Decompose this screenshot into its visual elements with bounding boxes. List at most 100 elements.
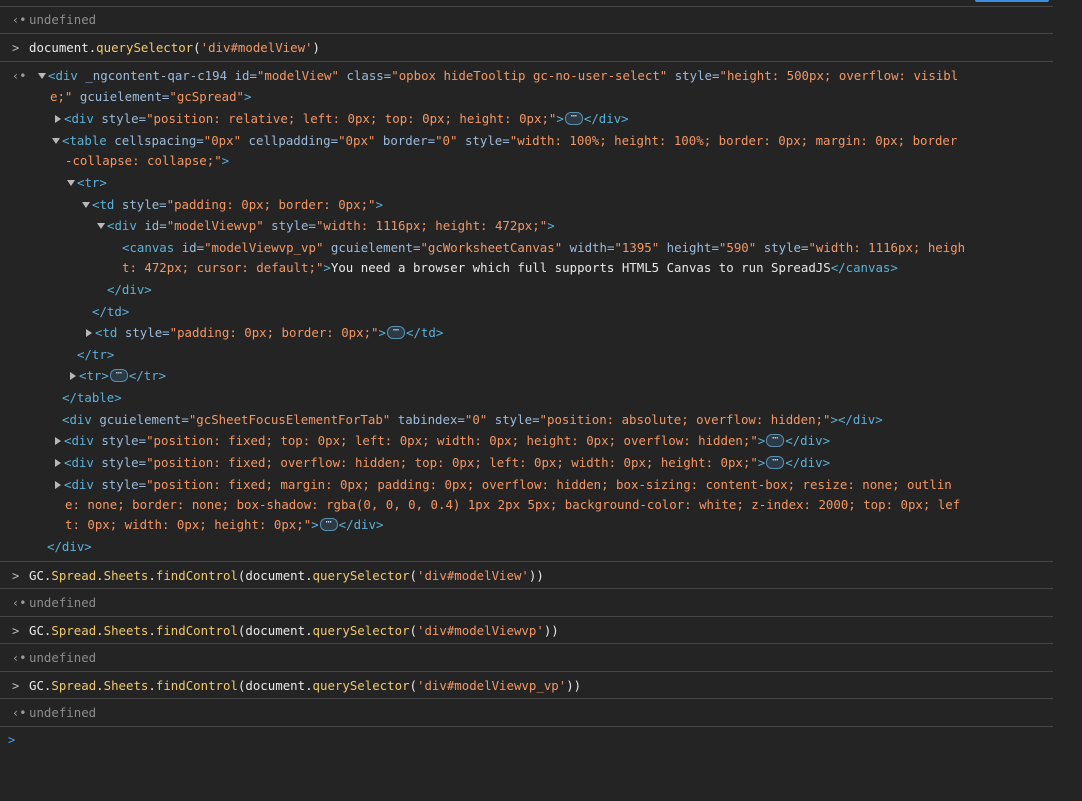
html-node-line[interactable]: e: none; border: none; box-shadow: rgba(… — [65, 496, 960, 514]
code-token: <canvas — [122, 240, 175, 255]
ellipsis-badge[interactable]: ⋯ — [319, 518, 338, 531]
ellipsis-badge[interactable]: ⋯ — [109, 369, 128, 382]
collapse-triangle-icon[interactable] — [55, 458, 61, 467]
html-node-line[interactable]: e;" gcuielement="gcSpread"> — [50, 88, 251, 106]
html-node-line[interactable]: </td> — [92, 303, 129, 321]
code-token: "gcSheetFocusElementForTab" — [188, 412, 391, 427]
code-token: </div> — [785, 455, 831, 470]
code-token: )) — [543, 623, 559, 638]
code-token: 'div#modelView' — [200, 40, 313, 55]
expand-triangle-icon[interactable] — [52, 137, 60, 144]
ellipsis-badge[interactable]: ⋯ — [564, 112, 583, 125]
code-token: style — [101, 433, 139, 448]
html-node-line[interactable]: <td style="padding: 0px; border: 0px;"> — [82, 196, 383, 214]
code-token: querySelector — [312, 568, 410, 583]
code-token: "0px" — [338, 133, 376, 148]
html-node-line[interactable]: </div> — [47, 538, 92, 556]
console-command[interactable]: document.querySelector('div#modelView') — [29, 39, 320, 57]
html-node-line[interactable]: </div> — [107, 281, 152, 299]
code-token: > — [757, 433, 766, 448]
html-node-line[interactable]: <canvas id="modelViewvp_vp" gcuielement=… — [122, 239, 965, 257]
code-token: querySelector — [96, 40, 194, 55]
code-token: </td> — [405, 325, 444, 340]
expand-triangle-icon[interactable] — [97, 222, 105, 229]
html-node-line[interactable]: <td style="padding: 0px; border: 0px;"> ⋯… — [84, 324, 443, 342]
html-node-line[interactable]: -collapse: collapse;"> — [65, 152, 229, 170]
code-token: </td> — [92, 304, 130, 319]
code-token: document — [29, 40, 89, 55]
code-token: id — [234, 68, 250, 83]
code-token: <td — [92, 197, 115, 212]
ellipsis-badge[interactable]: ⋯ — [386, 326, 405, 339]
code-token: "width: 1116px; height: 472px;" — [315, 218, 548, 233]
input-prompt-icon: > — [12, 624, 20, 638]
code-token: Sheets — [103, 678, 149, 693]
code-token: querySelector — [312, 678, 410, 693]
code-token: "padding: 0px; border: 0px;" — [169, 325, 379, 340]
code-token: width — [569, 240, 607, 255]
result-arrow-icon: ‹• — [12, 651, 27, 665]
html-node-line[interactable]: <tr> — [67, 174, 107, 192]
html-node-line[interactable]: </tr> — [77, 346, 114, 364]
console-input[interactable] — [29, 731, 1029, 749]
collapse-triangle-icon[interactable] — [55, 436, 61, 445]
code-token: </table> — [62, 390, 122, 405]
html-node-line[interactable]: t: 0px; width: 0px; height: 0px;"> ⋯ </div… — [65, 516, 383, 534]
ellipsis-badge[interactable]: ⋯ — [766, 434, 785, 447]
code-token: 'div#modelViewvp_vp' — [417, 678, 567, 693]
code-token: GC — [29, 623, 44, 638]
ellipsis-badge[interactable]: ⋯ — [766, 456, 785, 469]
console-command[interactable]: GC.Spread.Sheets.findControl(document.qu… — [29, 567, 544, 585]
console-command[interactable]: GC.Spread.Sheets.findControl(document.qu… — [29, 677, 581, 695]
code-token: "opbox hideTooltip gc-no-user-select" — [391, 68, 668, 83]
html-node-line[interactable]: <tr> ⋯ </tr> — [68, 367, 166, 385]
collapse-triangle-icon[interactable] — [55, 114, 61, 123]
expand-triangle-icon[interactable] — [67, 179, 75, 186]
code-token: style — [271, 218, 309, 233]
code-token: <div — [64, 111, 94, 126]
collapse-triangle-icon[interactable] — [86, 328, 92, 337]
code-token: style — [121, 197, 160, 212]
input-prompt-icon: > — [12, 679, 20, 693]
code-token: t: 0px; width: 0px; height: 0px;" — [65, 517, 312, 532]
code-token: </div> — [785, 433, 831, 448]
code-token: ( — [193, 40, 201, 55]
console-input-prompt-icon[interactable]: > — [8, 731, 15, 749]
code-token: 'div#modelView' — [417, 568, 529, 583]
html-node-line[interactable]: <div _ngcontent-qar-c194 id="modelView" … — [38, 67, 958, 85]
html-node-line[interactable]: <div style="position: fixed; margin: 0px… — [53, 476, 952, 494]
expand-triangle-icon[interactable] — [82, 201, 90, 208]
code-token: "0px" — [203, 133, 242, 148]
html-node-line[interactable]: <table cellspacing="0px" cellpadding="0p… — [52, 132, 957, 150]
separator — [0, 726, 1053, 727]
code-token: gcuielement — [330, 240, 413, 255]
collapse-triangle-icon[interactable] — [70, 371, 76, 380]
html-node-line[interactable]: t: 472px; cursor: default;">You need a b… — [122, 259, 898, 277]
code-token: "padding: 0px; border: 0px;" — [166, 197, 376, 212]
code-token: Sheets — [103, 623, 149, 638]
code-token: "position: fixed; margin: 0px; padding: … — [146, 477, 952, 492]
code-token: </div> — [837, 412, 883, 427]
code-token: > — [830, 412, 838, 427]
code-token: style — [101, 455, 139, 470]
code-token: <tr> — [79, 368, 109, 383]
console-command[interactable]: GC.Spread.Sheets.findControl(document.qu… — [29, 622, 559, 640]
code-token: <td — [95, 325, 118, 340]
html-node-line[interactable]: <div style="position: fixed; overflow: h… — [53, 454, 830, 472]
code-token: border — [382, 133, 428, 148]
expand-triangle-icon[interactable] — [38, 72, 46, 79]
html-node-line[interactable]: <div style="position: fixed; top: 0px; l… — [53, 432, 830, 450]
html-node-line[interactable]: <div style="position: relative; left: 0p… — [53, 110, 629, 128]
code-token: . — [148, 678, 156, 693]
toolbar-button-edge[interactable] — [975, 0, 1049, 2]
collapse-triangle-icon[interactable] — [55, 480, 61, 489]
separator — [0, 698, 1053, 699]
code-token: style — [494, 412, 533, 427]
code-token: > — [221, 153, 230, 168]
html-node-line[interactable]: </table> — [62, 389, 122, 407]
html-node-line[interactable]: <div id="modelViewvp" style="width: 1116… — [97, 217, 555, 235]
html-node-line[interactable]: <div gcuielement="gcSheetFocusElementFor… — [62, 411, 883, 429]
code-token: )) — [566, 678, 582, 693]
code-token: "0" — [464, 412, 488, 427]
code-token: <div — [64, 455, 94, 470]
